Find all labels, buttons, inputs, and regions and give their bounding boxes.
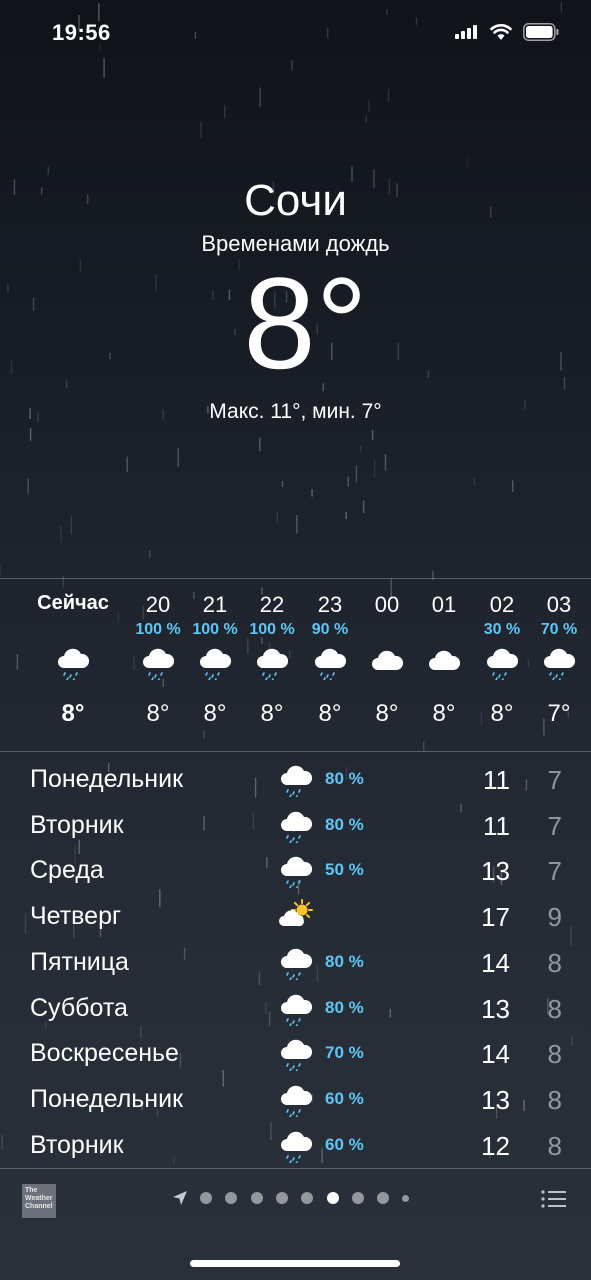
day-low: 8 (547, 1130, 562, 1161)
hour-column: Сейчас 8° (30, 580, 116, 750)
divider-middle (0, 751, 591, 752)
current-temperature: 8° (243, 250, 368, 396)
day-row: Вторник 80 % 11 7 (0, 803, 591, 849)
rain-cloud-icon (140, 644, 176, 682)
battery-icon (523, 23, 559, 41)
day-low: 8 (547, 947, 562, 978)
cellular-signal-icon (455, 25, 477, 39)
day-high: 11 (483, 810, 510, 841)
day-precipitation: 80 % (325, 814, 364, 834)
day-low: 8 (547, 993, 562, 1024)
hour-label: 03 (546, 592, 572, 617)
page-dot[interactable] (200, 1192, 212, 1204)
day-low: 7 (547, 810, 562, 841)
page-dot[interactable] (301, 1192, 314, 1204)
day-row: Четверг 17 9 (0, 894, 591, 940)
page-dot[interactable] (402, 1195, 410, 1202)
page-dot[interactable] (275, 1192, 288, 1204)
rain-cloud-icon (278, 1035, 314, 1073)
page-dot[interactable] (351, 1192, 364, 1204)
city-list-icon[interactable] (540, 1188, 566, 1210)
day-name: Суббота (30, 993, 128, 1022)
day-row: Понедельник 60 % 13 8 (0, 1077, 591, 1123)
day-row: Воскресенье 70 % 14 8 (0, 1031, 591, 1077)
day-name: Среда (30, 856, 104, 885)
page-dot[interactable] (377, 1192, 390, 1204)
hour-label: Сейчас (37, 592, 109, 614)
partly-sunny-icon (278, 898, 314, 934)
day-high: 14 (481, 1039, 510, 1070)
rain-cloud-icon (541, 644, 577, 682)
day-name: Четверг (30, 902, 122, 931)
rain-cloud-icon (278, 852, 314, 891)
day-low: 9 (547, 902, 562, 933)
day-name: Понедельник (30, 1084, 184, 1113)
day-row: Вторник 60 % 12 8 (0, 1123, 591, 1169)
home-indicator[interactable] (190, 1260, 400, 1267)
day-high: 14 (481, 947, 510, 978)
hour-temperature: 8° (61, 700, 85, 727)
day-high: 17 (481, 902, 510, 933)
day-precipitation: 50 % (325, 860, 364, 880)
city-name: Сочи (244, 176, 347, 225)
day-name: Вторник (30, 810, 124, 839)
hour-temperature: 7° (547, 700, 571, 727)
location-arrow-icon[interactable] (172, 1190, 188, 1206)
rain-cloud-icon (278, 1127, 314, 1165)
high-low-temperature: Макс. 11°, мин. 7° (209, 400, 382, 423)
rain-cloud-icon (278, 1081, 314, 1119)
hour-precipitation: 70 % (540, 621, 578, 638)
rain-cloud-icon (278, 944, 314, 982)
hourly-forecast[interactable]: Сейчас 8° 20 100 % 8° 21 100 % 8° 22 100 % 8° 23 90 … (0, 580, 591, 750)
day-precipitation: 80 % (325, 997, 364, 1017)
cloud-icon (426, 644, 462, 680)
rain-cloud-icon (278, 761, 314, 799)
page-dot[interactable] (225, 1192, 238, 1204)
day-row: Среда 50 % 13 7 (0, 848, 591, 894)
cloud-icon (369, 644, 405, 680)
day-high: 13 (481, 1084, 510, 1115)
day-low: 8 (547, 1039, 562, 1070)
rain-cloud-icon (254, 644, 290, 682)
day-row: Суббота 80 % 13 8 (0, 986, 591, 1032)
day-high: 13 (481, 993, 510, 1024)
day-name: Пятница (30, 947, 129, 976)
wifi-icon (490, 24, 512, 40)
day-name: Вторник (30, 1130, 124, 1159)
day-low: 8 (547, 1084, 562, 1115)
day-precipitation: 60 % (325, 1134, 364, 1154)
rain-cloud-icon (312, 644, 348, 682)
day-row: Пятница 80 % 14 8 (0, 940, 591, 986)
day-high: 12 (481, 1130, 510, 1161)
rain-cloud-icon (278, 990, 314, 1028)
day-precipitation: 70 % (325, 1043, 364, 1063)
day-precipitation: 80 % (325, 951, 364, 971)
day-low: 7 (547, 765, 562, 795)
day-precipitation: 60 % (325, 1088, 364, 1108)
bottom-toolbar: The Weather Channel (0, 1168, 591, 1236)
page-dot[interactable] (250, 1192, 263, 1204)
rain-cloud-icon (55, 644, 91, 682)
day-high: 13 (481, 856, 510, 887)
status-time: 19:56 (52, 20, 111, 45)
day-row: Понедельник 80 % 11 7 (0, 757, 591, 803)
logo-text: The Weather Channel (25, 1187, 53, 1210)
day-name: Воскресенье (30, 1039, 179, 1068)
rain-cloud-icon (278, 807, 314, 845)
day-precipitation: 80 % (325, 769, 364, 788)
hour-column: 03 70 % 7° (519, 580, 591, 750)
status-bar: 19:56 (0, 0, 591, 64)
rain-cloud-icon (197, 644, 233, 682)
divider-top (0, 578, 591, 579)
day-name: Понедельник (30, 765, 184, 793)
rain-cloud-icon (484, 644, 520, 682)
day-high: 11 (483, 765, 510, 795)
weather-channel-logo[interactable]: The Weather Channel (22, 1184, 56, 1218)
day-low: 7 (547, 856, 562, 887)
page-dot[interactable] (326, 1192, 339, 1204)
